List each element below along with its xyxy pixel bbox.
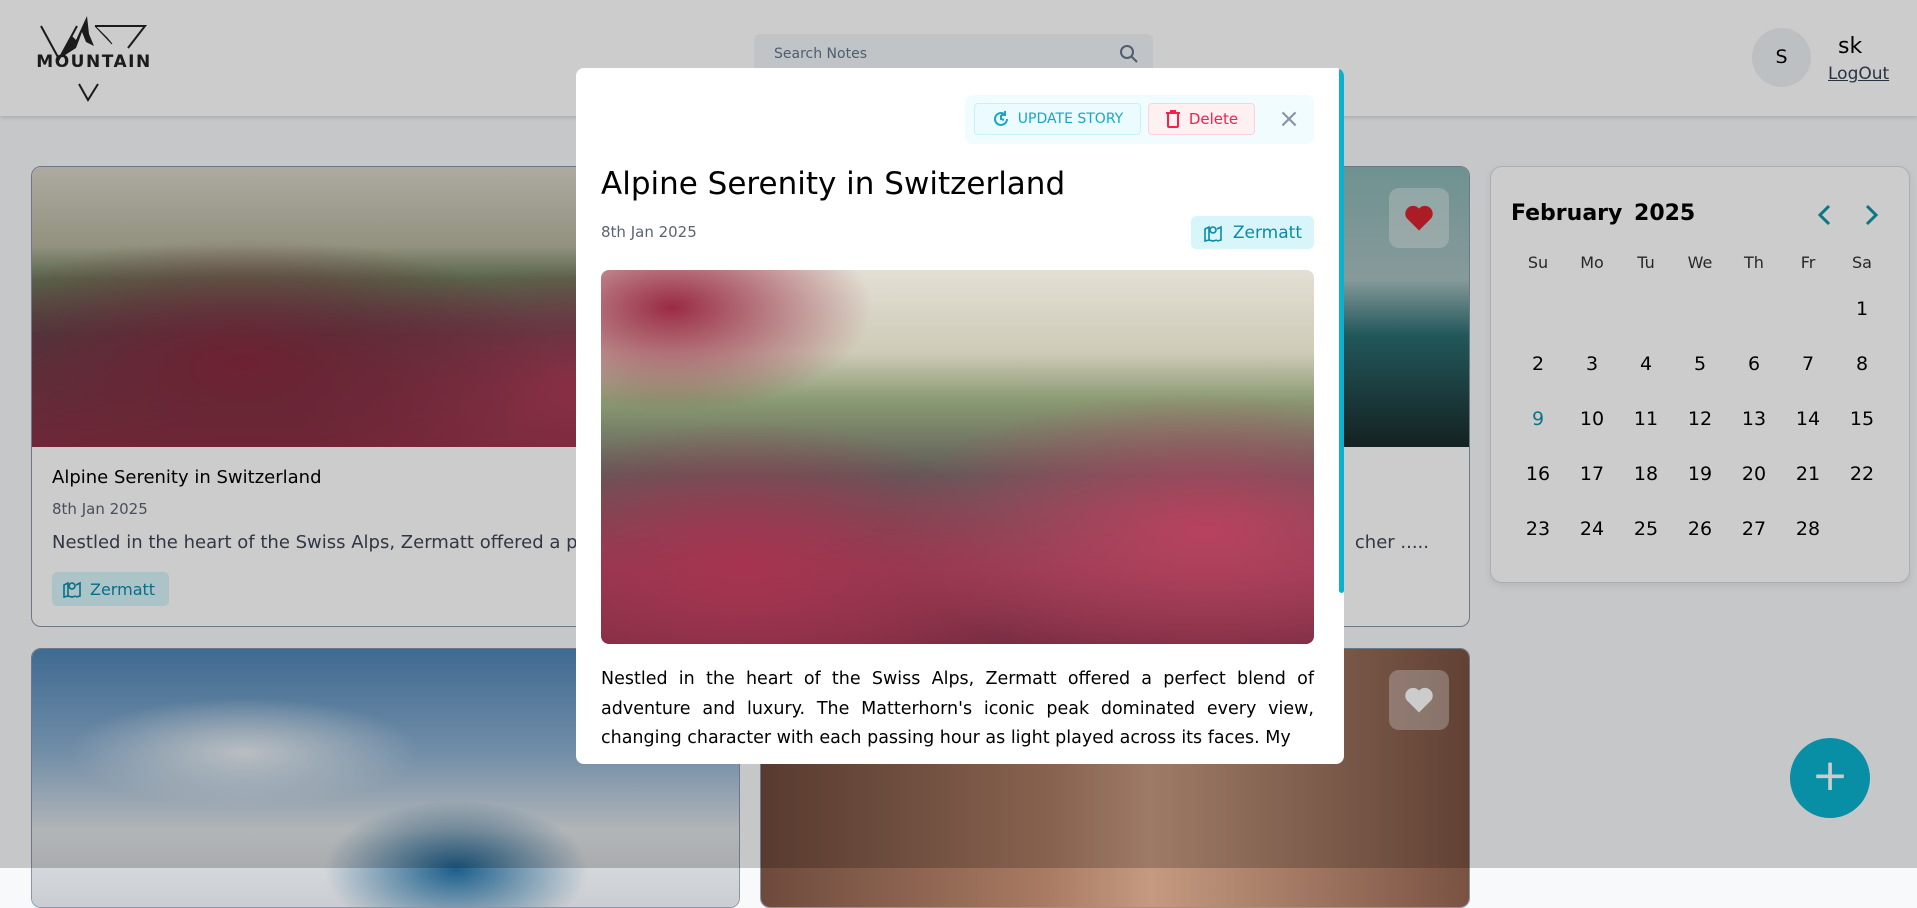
map-pin-icon	[1204, 225, 1222, 242]
close-icon[interactable]: ×	[1275, 105, 1303, 133]
story-title: Alpine Serenity in Switzerland	[601, 166, 1066, 202]
story-body: Nestled in the heart of the Swiss Alps, …	[601, 669, 1314, 748]
update-icon	[993, 111, 1008, 126]
delete-label: Delete	[1188, 110, 1239, 128]
update-label: UPDATE STORY	[1017, 111, 1124, 127]
location-label: Zermatt	[1232, 222, 1302, 243]
update-story-button[interactable]: UPDATE STORY	[974, 103, 1141, 135]
story-date: 8th Jan 2025	[601, 223, 697, 241]
story-image	[601, 270, 1314, 644]
trash-icon	[1165, 110, 1180, 128]
scrollbar[interactable]	[1339, 68, 1344, 593]
delete-button[interactable]: Delete	[1148, 103, 1255, 135]
story-modal: UPDATE STORY Delete × Alpine Serenity in…	[576, 68, 1344, 764]
modal-action-bar: UPDATE STORY Delete ×	[965, 95, 1314, 144]
location-tag[interactable]: Zermatt	[1190, 216, 1314, 249]
